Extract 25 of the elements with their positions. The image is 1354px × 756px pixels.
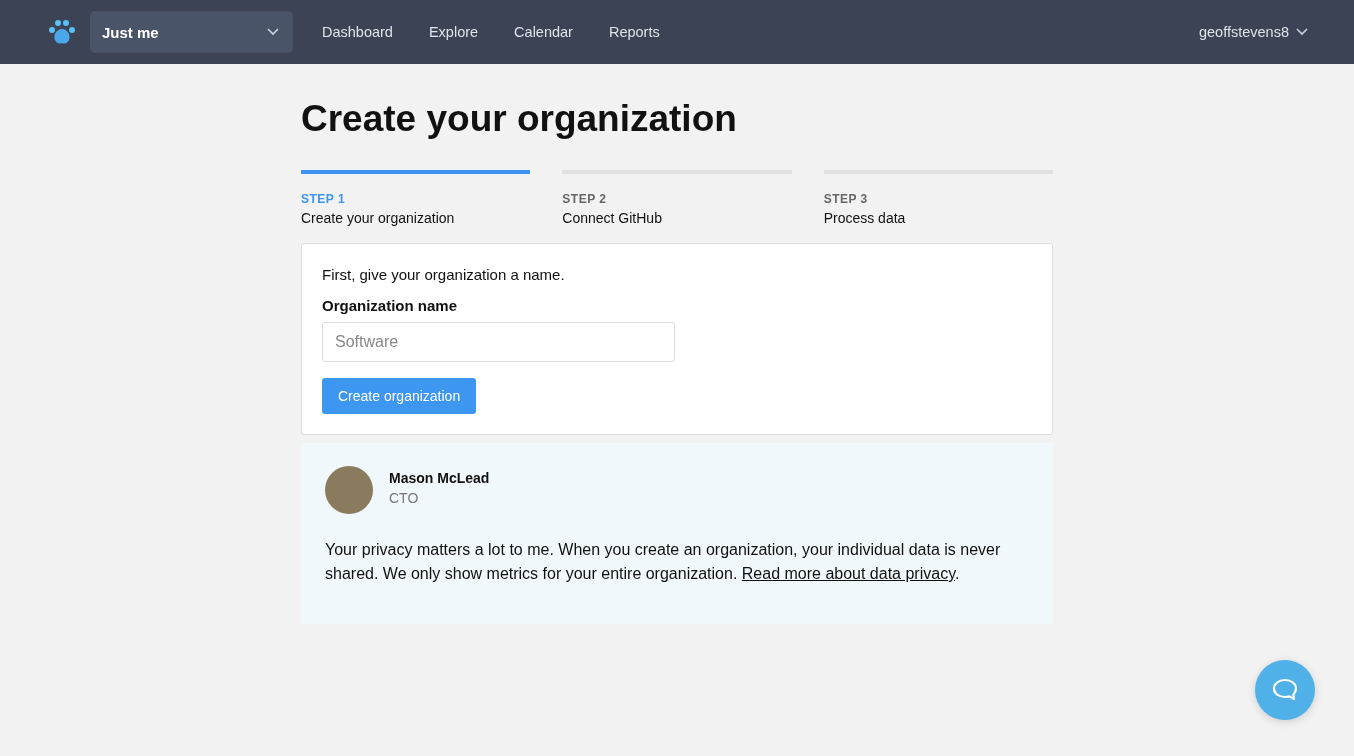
avatar-placeholder <box>325 466 373 514</box>
nav-link[interactable]: Explore <box>428 24 479 40</box>
author-role: CTO <box>389 490 420 506</box>
step-number: STEP 2 <box>562 192 608 206</box>
speech-bubble-icon <box>1272 678 1298 702</box>
form-intro: First, give your organization a name. <box>322 266 565 283</box>
paw-logo-icon[interactable] <box>48 18 76 46</box>
workspace-dropdown[interactable]: Just me <box>90 11 293 53</box>
step-title: Create your organization <box>301 210 456 226</box>
user-menu[interactable]: geoffstevens8 <box>1192 23 1314 41</box>
step-number: STEP 3 <box>823 192 869 206</box>
privacy-message: Your privacy matters a lot to me. When you create an organization, your individual data is never shared. We only show metrics for your entire organization. Read more about data privacy. <box>325 540 1002 584</box>
author-name: Mason McLead <box>389 470 490 486</box>
page-title: Create your organization <box>301 98 738 140</box>
step-number: STEP 1 <box>301 192 347 206</box>
chevron-down-icon <box>267 28 279 36</box>
privacy-link[interactable]: Read more about data privacy <box>741 565 955 582</box>
nav-link[interactable]: Reports <box>608 24 660 40</box>
chevron-down-icon <box>1296 28 1308 36</box>
nav-link[interactable]: Calendar <box>514 24 573 40</box>
nav-link[interactable]: Dashboard <box>322 24 393 40</box>
organization-name-input[interactable]: Software <box>322 322 675 362</box>
step-title: Process data <box>823 210 907 226</box>
step-title: Connect GitHub <box>562 210 663 226</box>
field-label: Organization name <box>322 297 458 314</box>
